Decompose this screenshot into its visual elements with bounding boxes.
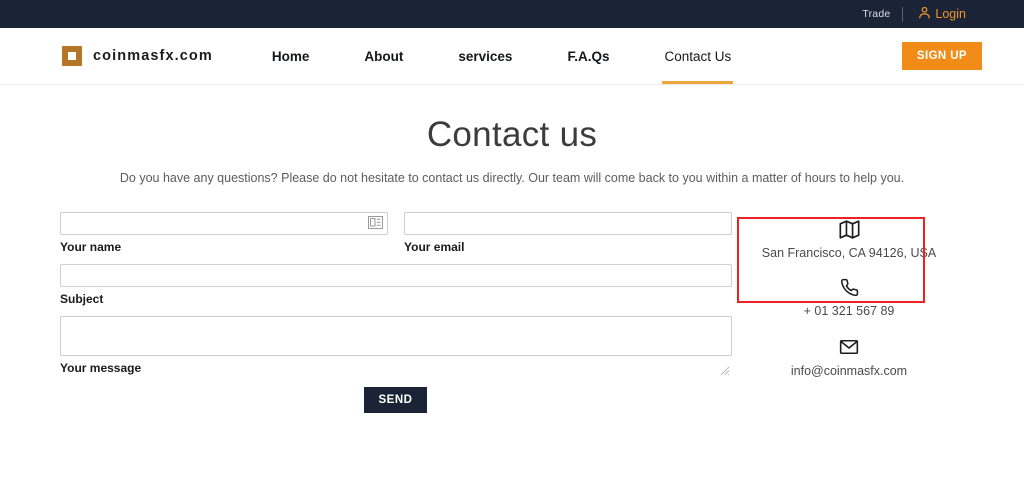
field-your-email: Your email xyxy=(404,212,732,264)
trade-link[interactable]: Trade xyxy=(862,8,890,20)
brand-logo-link[interactable]: coinmasfx.com xyxy=(62,46,213,66)
email-input[interactable] xyxy=(404,212,732,235)
nav-item-services[interactable]: services xyxy=(458,28,512,84)
nav-links: Home About services F.A.Qs Contact Us xyxy=(272,28,734,84)
message-textarea[interactable] xyxy=(60,316,732,356)
label-your-message: Your message xyxy=(60,361,142,375)
contact-section: Your name Your email Subject Your messag… xyxy=(0,212,1024,413)
info-phone-text: + 01 321 567 89 xyxy=(803,304,895,318)
send-button-wrapper: SEND xyxy=(60,387,732,413)
person-icon xyxy=(917,5,932,23)
phone-icon xyxy=(732,274,966,300)
info-email-text: info@coinmasfx.com xyxy=(790,364,908,378)
label-your-name: Your name xyxy=(60,240,122,254)
contact-info-panel: San Francisco, CA 94126, USA + 01 321 56… xyxy=(732,212,966,413)
page-content: Contact us Do you have any questions? Pl… xyxy=(0,85,1024,413)
field-subject: Subject xyxy=(60,264,732,306)
main-navigation-bar: coinmasfx.com Home About services F.A.Qs… xyxy=(0,28,1024,85)
topbar-divider xyxy=(902,6,904,22)
page-subtitle: Do you have any questions? Please do not… xyxy=(119,171,905,185)
contact-form: Your name Your email Subject Your messag… xyxy=(60,212,732,413)
nav-item-faqs[interactable]: F.A.Qs xyxy=(567,28,609,84)
field-your-message: Your message xyxy=(60,316,732,376)
login-button[interactable]: Login xyxy=(917,5,966,23)
name-input[interactable] xyxy=(60,212,388,235)
label-your-email: Your email xyxy=(404,240,465,254)
nav-item-contact-us[interactable]: Contact Us xyxy=(662,28,734,84)
square-logo-icon xyxy=(62,46,82,66)
field-your-name: Your name xyxy=(60,212,388,264)
brand-name: coinmasfx.com xyxy=(93,48,213,64)
subject-input[interactable] xyxy=(60,264,732,287)
map-icon xyxy=(732,216,966,242)
send-button[interactable]: SEND xyxy=(363,387,428,413)
top-utility-bar: Trade Login xyxy=(0,0,1024,28)
form-row-name-email: Your name Your email xyxy=(60,212,732,264)
logo-inner-square xyxy=(68,52,76,60)
login-label: Login xyxy=(935,7,966,21)
info-address-text: San Francisco, CA 94126, USA xyxy=(761,246,937,260)
nav-item-home[interactable]: Home xyxy=(272,28,310,84)
info-email-block: info@coinmasfx.com xyxy=(732,334,966,378)
label-subject: Subject xyxy=(60,292,104,306)
page-title: Contact us xyxy=(426,115,598,154)
envelope-icon xyxy=(732,334,966,360)
nav-item-about[interactable]: About xyxy=(364,28,403,84)
sign-up-button[interactable]: SIGN UP xyxy=(901,42,982,70)
contact-card-autofill-icon[interactable] xyxy=(368,216,383,229)
info-phone-block: + 01 321 567 89 xyxy=(732,274,966,318)
info-address-block: San Francisco, CA 94126, USA xyxy=(732,216,966,260)
